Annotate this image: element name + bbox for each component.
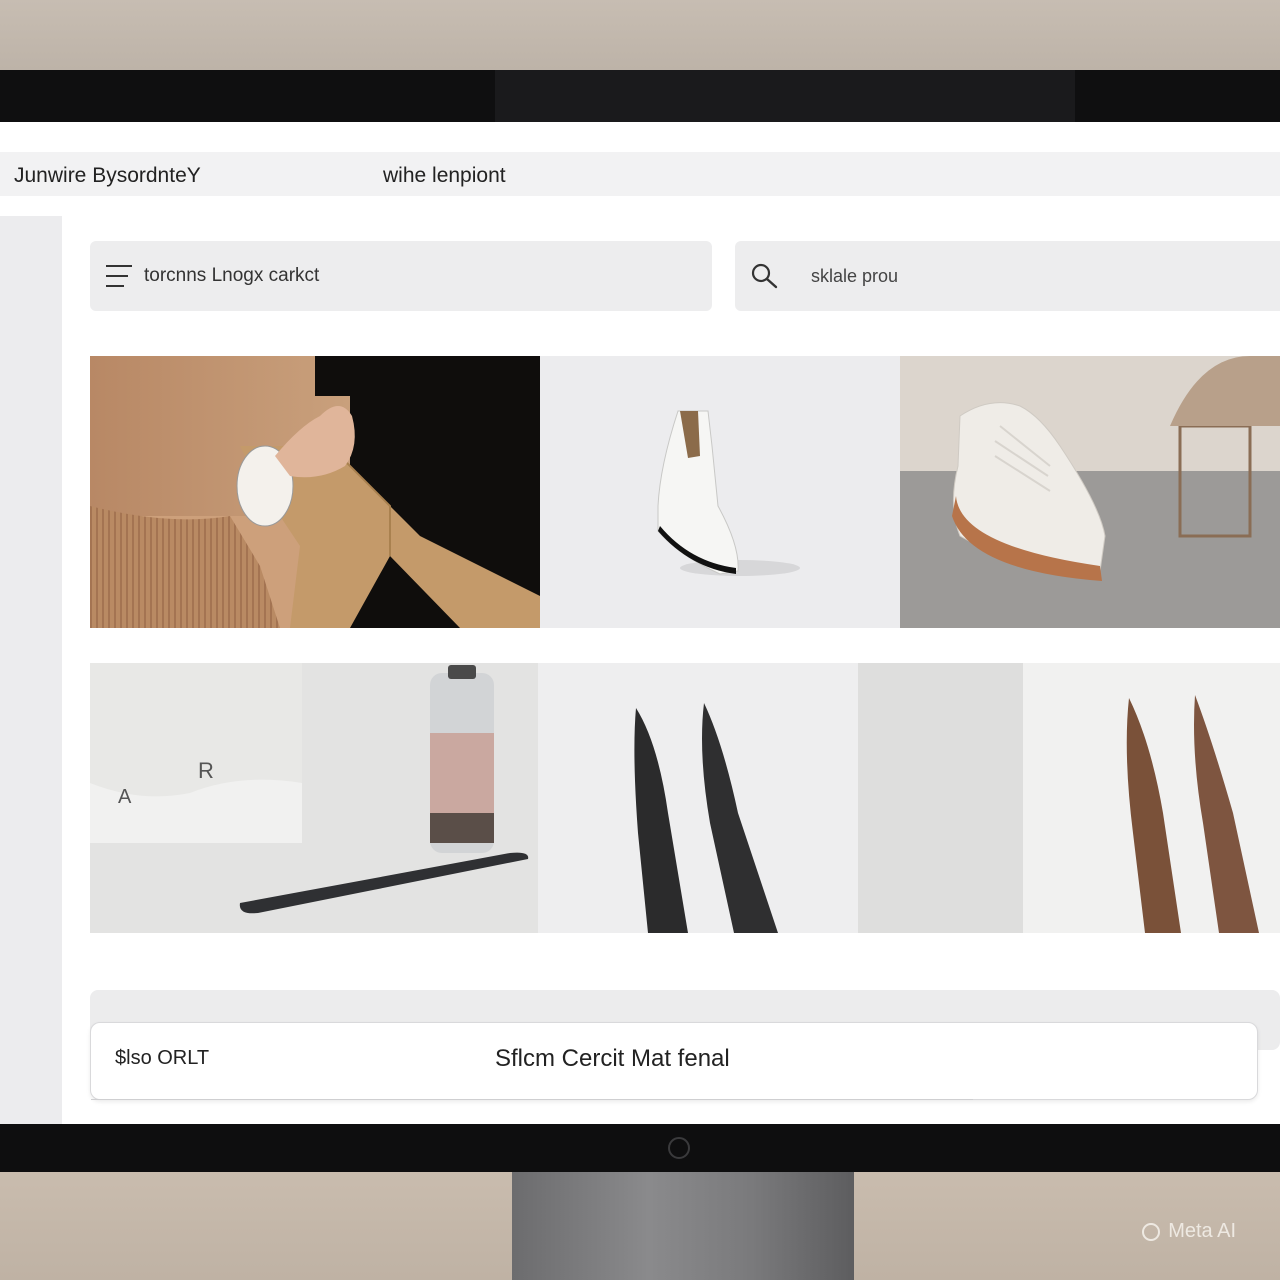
screen: Junwire BysordnteY wihe lenpiont torcnns… [0,122,1280,1124]
brown-stakes-image [1023,663,1280,933]
fabric-sample-image [90,356,540,628]
camera-strip [495,70,1075,122]
monitor-stand [512,1172,854,1280]
wall-background [0,0,1280,70]
nav-link[interactable]: wihe lenpiont [383,164,506,188]
product-tile-sneaker[interactable] [900,356,1280,628]
search-placeholder: sklale prou [811,265,899,286]
meta-ring-icon [1142,1222,1161,1241]
product-tile-brown-stakes[interactable] [1023,663,1280,933]
product-tile-fabric[interactable] [90,356,540,628]
category-menu-label: torcnns Lnogx carkct [144,265,320,286]
product-tile-black-stakes[interactable] [538,663,858,933]
product-tile-plain[interactable] [858,663,1023,933]
price-label: $lso ORLT [115,1047,210,1069]
search-icon[interactable] [749,261,779,291]
svg-text:A: A [118,786,132,808]
sneaker-image [900,356,1280,628]
divider [0,196,1280,216]
bottle-and-mat-image: A R [90,663,538,933]
monitor-top-bezel [0,70,1280,122]
top-strip [0,122,1280,152]
monitor-bottom-bezel [0,1124,1280,1172]
white-shoe-image [540,356,900,628]
watermark: Meta AI [1142,1220,1236,1243]
main-content: torcnns Lnogx carkct sklale prou A R $ls… [62,216,1280,1124]
category-menu-bar[interactable]: torcnns Lnogx carkct [90,241,712,311]
sidebar [0,216,62,1124]
product-tile-bottle[interactable]: A R [90,663,538,933]
plain-backdrop-image [858,663,1023,933]
search-input[interactable]: sklale prou [735,241,1280,311]
product-tile-shoe[interactable] [540,356,900,628]
watermark-text: Meta AI [1168,1220,1236,1242]
hamburger-menu-icon[interactable] [106,265,132,287]
material-label: Sflcm Cercit Mat fenal [495,1045,730,1072]
title-bar: Junwire BysordnteY wihe lenpiont [0,152,1280,196]
product-info-panel: $lso ORLT Sflcm Cercit Mat fenal [90,1022,1258,1100]
black-stakes-image [538,663,858,933]
monitor-logo-icon [668,1137,690,1159]
svg-text:R: R [198,758,214,783]
site-title[interactable]: Junwire BysordnteY [14,164,201,188]
panel-underline [91,1099,973,1100]
